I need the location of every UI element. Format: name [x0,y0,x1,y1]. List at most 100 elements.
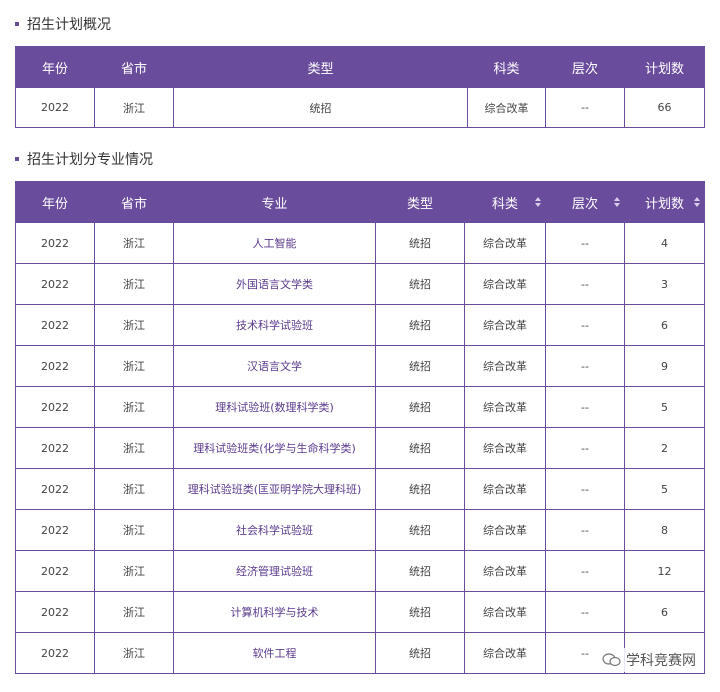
cell-year: 2022 [15,345,95,387]
cell-year: 2022 [15,87,95,128]
col-subject: 科类 [467,46,546,88]
cell-subject: 综合改革 [464,509,546,551]
col-plan-count-label: 计划数 [644,196,684,212]
sort-icon[interactable] [694,197,700,207]
cell-plan-count: 2 [624,427,705,469]
cell-year: 2022 [15,509,95,551]
cell-province: 浙江 [94,345,174,387]
col-plan-count-sortable[interactable]: 计划数 [624,181,705,223]
cell-major: 理科试验班类(化学与生命科学类) [173,427,376,469]
section-title-overview: 招生计划概况 [15,14,111,34]
cell-type: 统招 [375,304,465,346]
cell-plan-count: 5 [624,386,705,428]
cell-major: 计算机科学与技术 [173,591,376,633]
col-level-sortable[interactable]: 层次 [545,181,625,223]
cell-province: 浙江 [94,222,174,264]
cell-level: -- [545,427,625,469]
sort-icon[interactable] [535,197,541,207]
cell-major: 人工智能 [173,222,376,264]
cell-year: 2022 [15,386,95,428]
cell-plan-count: 9 [624,345,705,387]
wechat-icon [602,653,621,667]
cell-year: 2022 [15,468,95,510]
cell-subject: 综合改革 [464,427,546,469]
cell-plan-count: 4 [624,222,705,264]
cell-level: -- [545,550,625,592]
cell-type: 统招 [375,468,465,510]
col-level-label: 层次 [571,196,598,212]
cell-province: 浙江 [94,386,174,428]
table-row: 2022 浙江 理科试验班类(化学与生命科学类) 统招 综合改革 -- 2 [15,427,705,469]
cell-plan-count: 66 [624,87,705,128]
cell-province: 浙江 [94,468,174,510]
section-title-text: 招生计划分专业情况 [27,152,153,168]
cell-subject: 综合改革 [464,591,546,633]
table-row: 2022 浙江 经济管理试验班 统招 综合改革 -- 12 [15,550,705,592]
cell-type: 统招 [375,550,465,592]
table-row: 2022 浙江 技术科学试验班 统招 综合改革 -- 6 [15,304,705,346]
table-row: 2022 浙江 汉语言文学 统招 综合改革 -- 9 [15,345,705,387]
col-plan-count: 计划数 [624,46,705,88]
cell-type: 统招 [375,509,465,551]
cell-subject: 综合改革 [464,550,546,592]
cell-major: 外国语言文学类 [173,263,376,305]
cell-province: 浙江 [94,304,174,346]
col-year: 年份 [15,46,95,88]
cell-plan-count: 6 [624,591,705,633]
cell-province: 浙江 [94,550,174,592]
col-year: 年份 [15,181,95,223]
cell-level: -- [545,304,625,346]
cell-province: 浙江 [94,87,174,128]
cell-type: 统招 [375,427,465,469]
cell-subject: 综合改革 [464,345,546,387]
sort-icon[interactable] [614,197,620,207]
cell-major: 理科试验班(数理科学类) [173,386,376,428]
section-title-by-major: 招生计划分专业情况 [15,149,153,169]
cell-subject: 综合改革 [464,386,546,428]
table-row: 2022 浙江 理科试验班(数理科学类) 统招 综合改革 -- 5 [15,386,705,428]
table-row: 2022 浙江 统招 综合改革 -- 66 [15,87,705,128]
watermark-text: 学科竞赛网 [626,653,696,669]
cell-year: 2022 [15,591,95,633]
cell-major: 社会科学试验班 [173,509,376,551]
cell-subject: 综合改革 [467,87,546,128]
cell-plan-count: 12 [624,550,705,592]
cell-subject: 综合改革 [464,263,546,305]
col-subject-sortable[interactable]: 科类 [464,181,546,223]
cell-major: 理科试验班类(匡亚明学院大理科班) [173,468,376,510]
col-province: 省市 [94,46,174,88]
cell-subject: 综合改革 [464,632,546,674]
cell-level: -- [545,345,625,387]
cell-plan-count: 3 [624,263,705,305]
bullet-icon [15,22,19,26]
cell-province: 浙江 [94,263,174,305]
col-type: 类型 [173,46,468,88]
cell-year: 2022 [15,550,95,592]
cell-major: 技术科学试验班 [173,304,376,346]
cell-major: 汉语言文学 [173,345,376,387]
cell-type: 统招 [375,591,465,633]
cell-type: 统招 [173,87,468,128]
col-major: 专业 [173,181,376,223]
cell-level: -- [545,263,625,305]
section-title-text: 招生计划概况 [27,17,111,33]
cell-major: 软件工程 [173,632,376,674]
table-row: 2022 浙江 理科试验班类(匡亚明学院大理科班) 统招 综合改革 -- 5 [15,468,705,510]
table-row: 2022 浙江 人工智能 统招 综合改革 -- 4 [15,222,705,264]
col-type: 类型 [375,181,465,223]
cell-plan-count: 8 [624,509,705,551]
cell-year: 2022 [15,427,95,469]
bullet-icon [15,157,19,161]
cell-level: -- [545,509,625,551]
cell-subject: 综合改革 [464,468,546,510]
cell-year: 2022 [15,222,95,264]
watermark: 学科竞赛网 [598,648,700,672]
table-row: 2022 浙江 外国语言文学类 统招 综合改革 -- 3 [15,263,705,305]
table-header-row: 年份 省市 专业 类型 科类 层次 计划数 [15,181,705,223]
cell-type: 统招 [375,222,465,264]
cell-type: 统招 [375,345,465,387]
cell-level: -- [545,591,625,633]
cell-year: 2022 [15,304,95,346]
cell-plan-count: 5 [624,468,705,510]
cell-level: -- [545,386,625,428]
